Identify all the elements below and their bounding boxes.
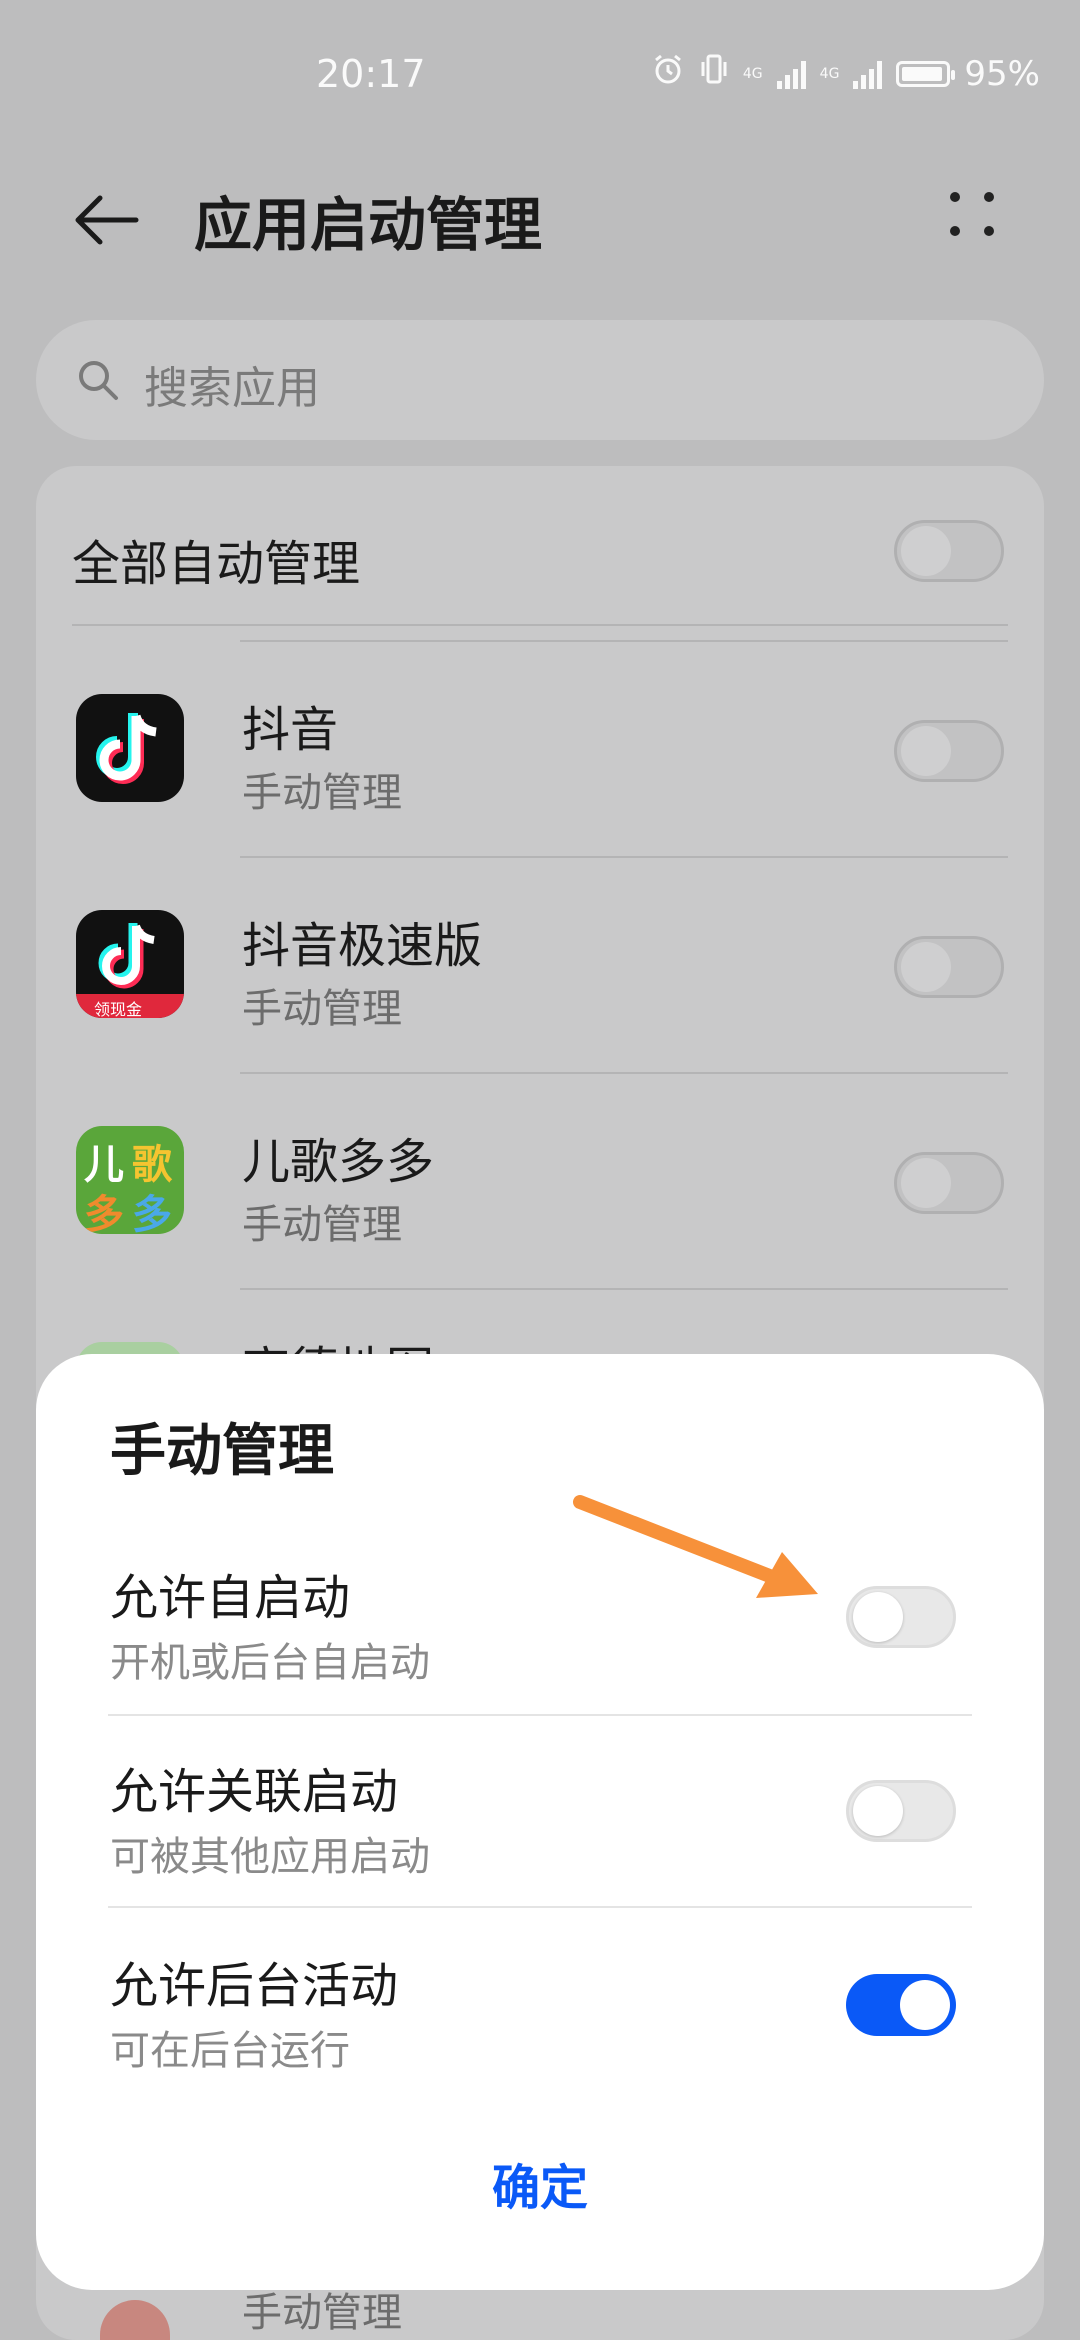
allow-auto-start-toggle[interactable] (846, 1586, 956, 1648)
app-name: 抖音极速版 (242, 918, 483, 974)
option-title: 允许自启动 (110, 1570, 351, 1626)
app-name: 抖音 (242, 702, 339, 758)
douyin-app-icon (76, 694, 184, 802)
annotation-arrow-icon (573, 1495, 818, 1598)
search-icon (76, 358, 120, 402)
page-title: 应用启动管理 (194, 191, 543, 259)
app-badge: 领现金 (94, 1000, 143, 1018)
divider (240, 1288, 1008, 1290)
divider (240, 1072, 1008, 1074)
divider (108, 1714, 972, 1716)
option-subtitle: 可在后台运行 (110, 2028, 350, 2074)
option-subtitle: 可被其他应用启动 (110, 1834, 430, 1880)
app-mode: 手动管理 (242, 1202, 402, 1248)
douyin-lite-app-icon: 领现金 (76, 910, 184, 1018)
network-type-2: 4G (819, 65, 840, 82)
allow-background-activity-toggle[interactable] (846, 1974, 956, 2036)
back-button[interactable] (70, 180, 150, 260)
status-time: 20:17 (316, 52, 426, 96)
confirm-button[interactable]: 确定 (440, 2148, 640, 2228)
battery-percent: 95% (964, 53, 1040, 94)
app-mode: 手动管理 (242, 770, 402, 816)
app-toggle[interactable] (894, 1152, 1004, 1214)
option-title: 允许关联启动 (110, 1764, 399, 1820)
search-placeholder: 搜索应用 (144, 363, 320, 414)
option-subtitle: 开机或后台自启动 (110, 1640, 430, 1686)
app-toggle[interactable] (894, 936, 1004, 998)
all-auto-manage-toggle[interactable] (894, 520, 1004, 582)
battery-icon (896, 60, 956, 87)
divider (108, 1906, 972, 1908)
app-name: 高德地图 (242, 1330, 434, 1354)
app-mode: 手动管理 (242, 986, 402, 1032)
allow-linked-start-toggle[interactable] (846, 1780, 956, 1842)
status-icons: 4G 4G 95% (651, 52, 1040, 95)
ergeduoduo-app-icon: 儿 歌 多 多 (76, 1126, 184, 1234)
all-auto-manage-label: 全部自动管理 (72, 536, 361, 592)
app-name: 儿歌多多 (242, 1134, 435, 1190)
divider (240, 856, 1008, 858)
more-button[interactable] (940, 180, 1020, 260)
network-type-1: 4G (742, 65, 763, 82)
signal-icon (776, 59, 806, 89)
sheet-title: 手动管理 (110, 1419, 334, 1484)
arrow-left-icon (75, 195, 139, 245)
alarm-icon (651, 52, 685, 95)
option-title: 允许后台活动 (110, 1958, 399, 2014)
divider (72, 624, 1008, 626)
divider (240, 640, 1008, 642)
vibrate-icon (699, 52, 729, 95)
app-toggle[interactable] (894, 720, 1004, 782)
signal-icon (853, 59, 883, 89)
